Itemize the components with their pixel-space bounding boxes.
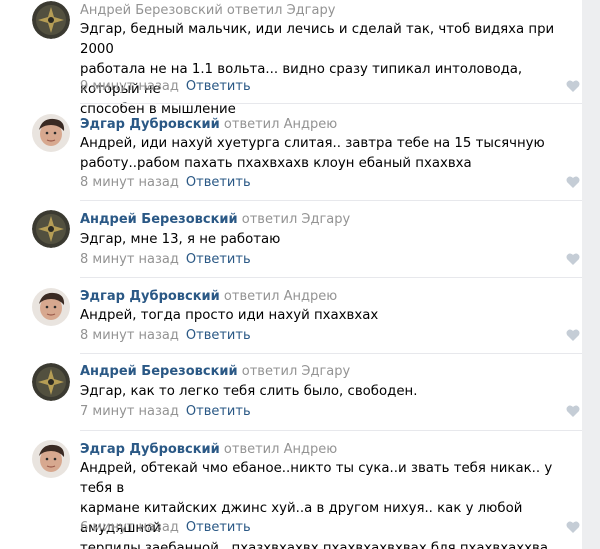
- comment-footer: 8 минут назад Ответить: [80, 327, 251, 344]
- reply-button[interactable]: Ответить: [186, 175, 251, 190]
- comment-footer: 8 минут назад Ответить: [80, 174, 251, 191]
- avatar[interactable]: [32, 1, 70, 39]
- comment-item: Андрей Березовский ответил Эдгару Эдгар,…: [0, 354, 582, 431]
- like-icon[interactable]: [566, 80, 580, 92]
- comment-item: Эдгар Дубровский ответил Андрею Андрей, …: [0, 278, 582, 354]
- replied-to-link[interactable]: Андрей Березовский ответил Эдгару: [80, 3, 335, 18]
- comment-text: Андрей, иди нахуй хуетурга слитая.. завт…: [80, 136, 545, 171]
- author-link[interactable]: Андрей Березовский: [80, 212, 238, 227]
- reply-button[interactable]: Ответить: [186, 520, 251, 535]
- comment-time[interactable]: 8 минут назад: [80, 252, 179, 267]
- replied-to-link[interactable]: ответил Андрею: [224, 117, 337, 132]
- comment-thread: Андрей Березовский ответил Эдгару Эдгар,…: [0, 0, 582, 549]
- like-icon[interactable]: [566, 176, 580, 188]
- comment-meta: Андрей Березовский ответил Эдгару: [80, 2, 335, 19]
- comment-footer: 9 минут назад Ответить: [80, 78, 251, 95]
- replied-to-link[interactable]: ответил Эдгару: [242, 364, 350, 379]
- comment-item: Эдгар Дубровский ответил Андрею Андрей, …: [0, 104, 582, 201]
- comment-item: Эдгар Дубровский ответил Андрею Андрей, …: [0, 431, 582, 549]
- like-icon[interactable]: [566, 521, 580, 533]
- person-photo-avatar-icon: [32, 288, 70, 326]
- comment-meta: Эдгар Дубровский ответил Андрею: [80, 116, 337, 133]
- avatar[interactable]: [32, 210, 70, 248]
- comment-meta: Андрей Березовский ответил Эдгару: [80, 211, 350, 228]
- comment-meta: Эдгар Дубровский ответил Андрею: [80, 441, 337, 458]
- like-icon[interactable]: [566, 405, 580, 417]
- author-link[interactable]: Эдгар Дубровский: [80, 117, 220, 132]
- replied-to-link[interactable]: ответил Андрею: [224, 289, 337, 304]
- comment-text: Андрей, тогда просто иди нахуй пхахвхах: [80, 308, 379, 323]
- author-link[interactable]: Андрей Березовский: [80, 364, 238, 379]
- person-photo-avatar-icon: [32, 440, 70, 478]
- dark-emblem-avatar-icon: [32, 210, 70, 248]
- replied-to-link[interactable]: ответил Эдгару: [242, 212, 350, 227]
- comment-item: Андрей Березовский ответил Эдгару Эдгар,…: [0, 0, 582, 117]
- comment-footer: 7 минут назад Ответить: [80, 403, 251, 420]
- person-photo-avatar-icon: [32, 114, 70, 152]
- comment-meta: Эдгар Дубровский ответил Андрею: [80, 288, 337, 305]
- comment-time[interactable]: 8 минут назад: [80, 328, 179, 343]
- comment-time[interactable]: 6 минут назад: [80, 520, 179, 535]
- reply-button[interactable]: Ответить: [186, 404, 251, 419]
- author-link[interactable]: Эдгар Дубровский: [80, 289, 220, 304]
- dark-emblem-avatar-icon: [32, 1, 70, 39]
- reply-button[interactable]: Ответить: [186, 328, 251, 343]
- comment-footer: 8 минут назад Ответить: [80, 251, 251, 268]
- comment-text: Эдгар, мне 13, я не работаю: [80, 232, 281, 247]
- like-icon[interactable]: [566, 329, 580, 341]
- reply-button[interactable]: Ответить: [186, 252, 251, 267]
- replied-to-link[interactable]: ответил Андрею: [224, 442, 337, 457]
- dark-emblem-avatar-icon: [32, 363, 70, 401]
- comment-footer: 6 минут назад Ответить: [80, 519, 251, 536]
- comment-item: Андрей Березовский ответил Эдгару Эдгар,…: [0, 201, 582, 278]
- like-icon[interactable]: [566, 253, 580, 265]
- avatar[interactable]: [32, 363, 70, 401]
- comment-time[interactable]: 8 минут назад: [80, 175, 179, 190]
- avatar[interactable]: [32, 288, 70, 326]
- comment-text: Эдгар, как то легко тебя слить было, сво…: [80, 384, 418, 399]
- comment-meta: Андрей Березовский ответил Эдгару: [80, 363, 350, 380]
- reply-button[interactable]: Ответить: [186, 79, 251, 94]
- avatar[interactable]: [32, 440, 70, 478]
- comment-time[interactable]: 9 минут назад: [80, 79, 179, 94]
- comment-time[interactable]: 7 минут назад: [80, 404, 179, 419]
- author-link[interactable]: Эдгар Дубровский: [80, 442, 220, 457]
- avatar[interactable]: [32, 114, 70, 152]
